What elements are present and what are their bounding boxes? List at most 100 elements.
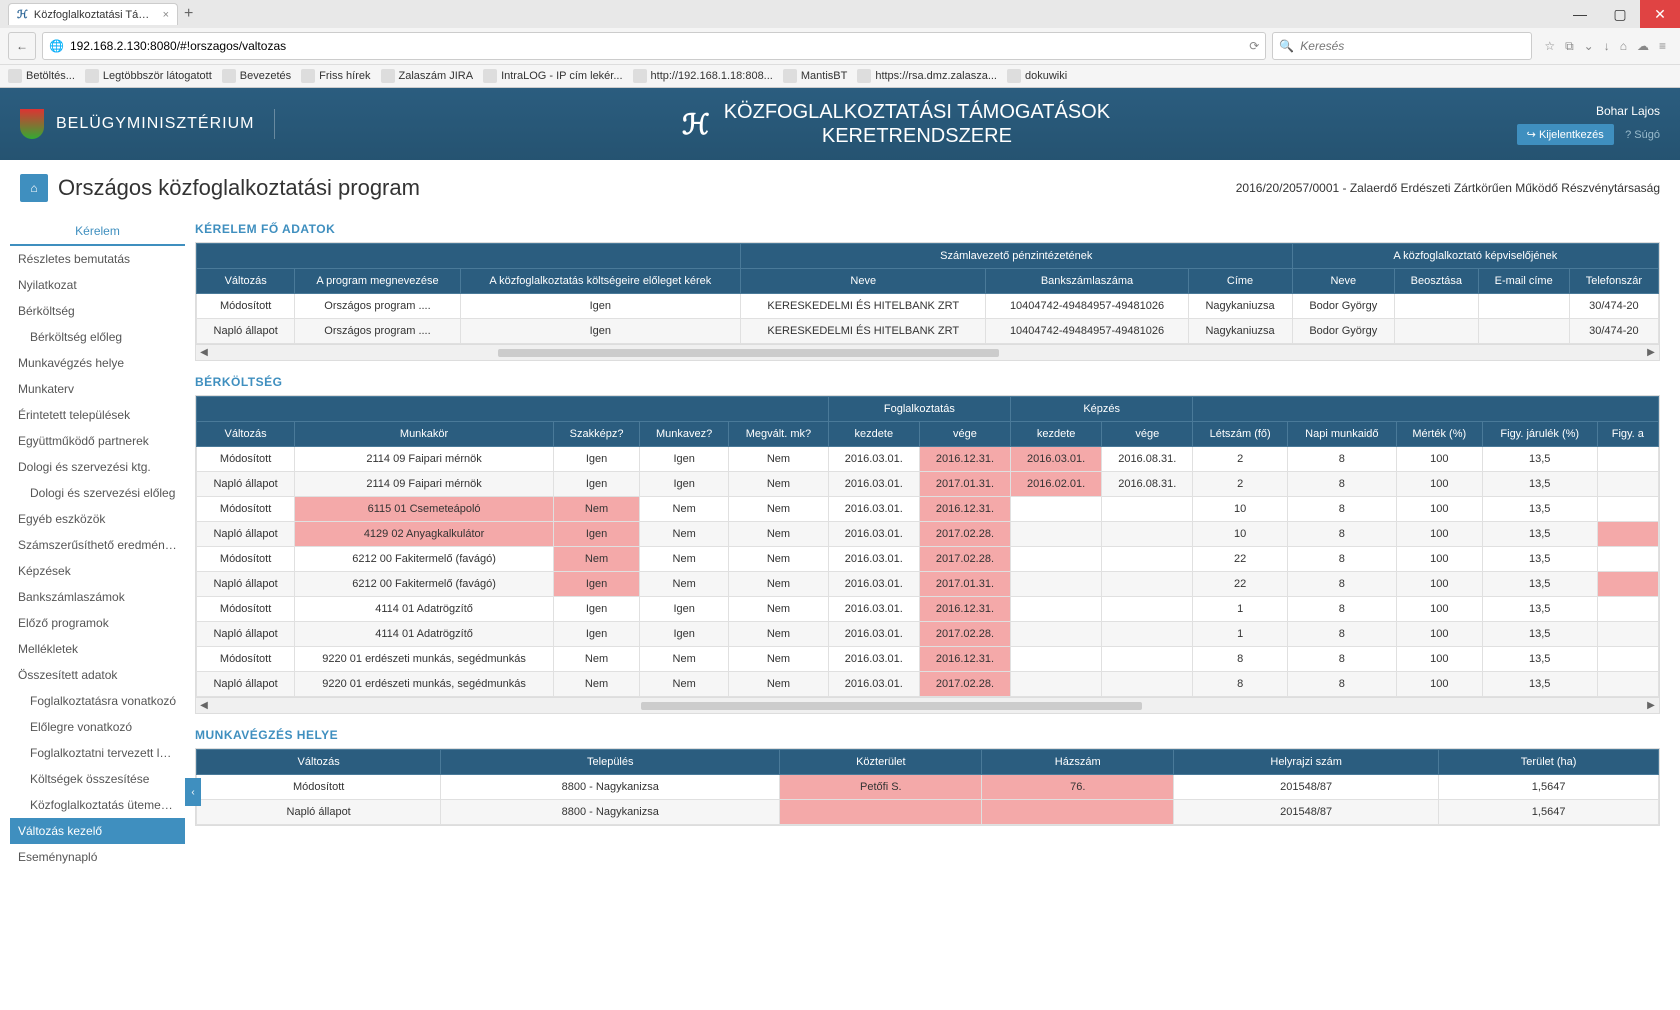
table-row[interactable]: Napló állapot9220 01 erdészeti munkás, s… <box>197 672 1659 697</box>
table-row[interactable]: Napló állapot4129 02 AnyagkalkulátorIgen… <box>197 522 1659 547</box>
sidebar-item[interactable]: Együttműködő partnerek <box>10 428 185 454</box>
table-row[interactable]: Napló állapot6212 00 Fakitermelő (favágó… <box>197 572 1659 597</box>
bookmark-item[interactable]: Friss hírek <box>301 69 370 83</box>
sidebar-header[interactable]: Kérelem <box>10 218 185 246</box>
sidebar-item[interactable]: Változás kezelő <box>10 818 185 844</box>
sidebar-item[interactable]: Bérköltség előleg <box>10 324 185 350</box>
bookmark-item[interactable]: IntraLOG - IP cím lekér... <box>483 69 622 83</box>
sidebar-item[interactable]: Mellékletek <box>10 636 185 662</box>
sidebar-item[interactable]: Foglalkoztatásra vonatkozó <box>10 688 185 714</box>
url-bar[interactable]: 🌐 ⟳ <box>42 32 1266 60</box>
table-row[interactable]: Napló állapotOrszágos program ....IgenKE… <box>197 319 1659 344</box>
bookmark-icon <box>301 69 315 83</box>
scroll-left-icon[interactable]: ◀ <box>196 347 212 358</box>
downloads-icon[interactable]: ↓ <box>1604 39 1610 54</box>
tab-close-icon[interactable]: × <box>163 9 169 21</box>
home-icon[interactable]: ⌂ <box>1620 39 1627 54</box>
scroll-right-icon[interactable]: ▶ <box>1643 700 1659 711</box>
minimize-button[interactable]: — <box>1560 0 1600 28</box>
back-button[interactable]: ← <box>8 32 36 60</box>
table-row[interactable]: Módosított6212 00 Fakitermelő (favágó)Ne… <box>197 547 1659 572</box>
grid-munkavegzes: VáltozásTelepülésKözterületHázszámHelyra… <box>195 748 1660 826</box>
bookmark-item[interactable]: Legtöbbször látogatott <box>85 69 212 83</box>
sidebar-item[interactable]: Előlegre vonatkozó <box>10 714 185 740</box>
app-header: BELÜGYMINISZTÉRIUM ℋ KÖZFOGLALKOZTATÁSI … <box>0 88 1680 160</box>
bookmark-icon <box>783 69 797 83</box>
bookmark-item[interactable]: http://192.168.1.18:808... <box>633 69 773 83</box>
sidebar-item[interactable]: Munkaterv <box>10 376 185 402</box>
sidebar-item[interactable]: Érintetett települések <box>10 402 185 428</box>
home-icon: ⌂ <box>30 181 37 195</box>
sidebar-item[interactable]: Képzések <box>10 558 185 584</box>
bookmark-item[interactable]: Bevezetés <box>222 69 291 83</box>
sidebar-item[interactable]: Előző programok <box>10 610 185 636</box>
bookmark-item[interactable]: dokuwiki <box>1007 69 1067 83</box>
sidebar-item[interactable]: Dologi és szervezési előleg <box>10 480 185 506</box>
section-munkavegzes-title: MUNKAVÉGZÉS HELYE <box>195 728 1660 742</box>
bookmark-item[interactable]: MantisBT <box>783 69 847 83</box>
search-icon: 🔍 <box>1279 39 1294 53</box>
table-row[interactable]: Módosított4114 01 AdatrögzítőIgenIgenNem… <box>197 597 1659 622</box>
table-row[interactable]: Módosított2114 09 Faipari mérnökIgenIgen… <box>197 447 1659 472</box>
bookmark-item[interactable]: Betöltés... <box>8 69 75 83</box>
tab-title: Közfoglalkoztatási Támog... <box>34 9 157 21</box>
library-icon[interactable]: ⧉ <box>1565 39 1574 54</box>
sidebar-item[interactable]: Bankszámlaszámok <box>10 584 185 610</box>
search-bar[interactable]: 🔍 <box>1272 32 1532 60</box>
bookmark-icon <box>381 69 395 83</box>
search-input[interactable] <box>1300 39 1525 53</box>
chat-icon[interactable]: ☁ <box>1637 39 1649 54</box>
table-row[interactable]: Napló állapot8800 - Nagykanizsa201548/87… <box>197 800 1659 825</box>
sidebar-item[interactable]: Költségek összesítése <box>10 766 185 792</box>
table-row[interactable]: MódosítottOrszágos program ....IgenKERES… <box>197 294 1659 319</box>
globe-icon: 🌐 <box>49 39 64 53</box>
sidebar-item[interactable]: Összesített adatok <box>10 662 185 688</box>
grid-berkoltseg: FoglalkoztatásKépzésVáltozásMunkakörSzak… <box>195 395 1660 714</box>
ministry-name: BELÜGYMINISZTÉRIUM <box>56 115 254 133</box>
sidebar-item[interactable]: Dologi és szervezési ktg. <box>10 454 185 480</box>
grid-kerelem-scrollbar[interactable]: ◀ ▶ <box>196 344 1659 360</box>
sidebar-collapse-handle[interactable]: ‹ <box>185 778 201 806</box>
bookmark-item[interactable]: Zalaszám JIRA <box>381 69 474 83</box>
scroll-right-icon[interactable]: ▶ <box>1643 347 1659 358</box>
bookmark-icon <box>8 69 22 83</box>
sidebar-item[interactable]: Számszerűsíthető eredmény... <box>10 532 185 558</box>
section-kerelem-title: KÉRELEM FŐ ADATOK <box>195 222 1660 236</box>
table-row[interactable]: Módosított8800 - NagykanizsaPetőfi S.76.… <box>197 775 1659 800</box>
table-row[interactable]: Módosított9220 01 erdészeti munkás, segé… <box>197 647 1659 672</box>
table-row[interactable]: Módosított6115 01 CsemeteápolóNemNemNem2… <box>197 497 1659 522</box>
bookmark-icon <box>85 69 99 83</box>
help-link[interactable]: ? Súgó <box>1625 129 1660 141</box>
sidebar-item[interactable]: Bérköltség <box>10 298 185 324</box>
bookmark-icon <box>857 69 871 83</box>
menu-icon[interactable]: ≡ <box>1659 39 1666 54</box>
sidebar-item[interactable]: Közfoglalkoztatás ütemezé... <box>10 792 185 818</box>
home-button[interactable]: ⌂ <box>20 174 48 202</box>
reload-icon[interactable]: ⟳ <box>1249 39 1259 53</box>
sidebar-item[interactable]: Munkavégzés helye <box>10 350 185 376</box>
sidebar-item[interactable]: Eseménynapló <box>10 844 185 870</box>
user-name: Bohar Lajos <box>1517 104 1660 118</box>
grid-berkoltseg-scrollbar[interactable]: ◀ ▶ <box>196 697 1659 713</box>
new-tab-button[interactable]: + <box>184 5 193 23</box>
program-info: 2016/20/2057/0001 - Zalaerdő Erdészeti Z… <box>1236 181 1660 195</box>
bookmark-item[interactable]: https://rsa.dmz.zalasza... <box>857 69 997 83</box>
table-row[interactable]: Napló állapot4114 01 AdatrögzítőIgenIgen… <box>197 622 1659 647</box>
close-window-button[interactable]: ✕ <box>1640 0 1680 28</box>
app-logo-icon: ℋ <box>682 108 710 141</box>
logout-button[interactable]: ↪ Kijelentkezés <box>1517 124 1614 145</box>
sidebar: Kérelem Részletes bemutatásNyilatkozatBé… <box>10 218 185 870</box>
sidebar-item[interactable]: Részletes bemutatás <box>10 246 185 272</box>
sidebar-item[interactable]: Egyéb eszközök <box>10 506 185 532</box>
url-input[interactable] <box>70 39 1243 53</box>
sidebar-item[interactable]: Nyilatkozat <box>10 272 185 298</box>
page-title: Országos közfoglalkoztatási program <box>58 175 420 201</box>
scroll-left-icon[interactable]: ◀ <box>196 700 212 711</box>
pocket-icon[interactable]: ⌄ <box>1584 39 1594 54</box>
table-row[interactable]: Napló állapot2114 09 Faipari mérnökIgenI… <box>197 472 1659 497</box>
browser-tab[interactable]: ℋ Közfoglalkoztatási Támog... × <box>8 3 178 25</box>
maximize-button[interactable]: ▢ <box>1600 0 1640 28</box>
grid-kerelem: Számlavezető pénzintézeténekA közfoglalk… <box>195 242 1660 361</box>
star-icon[interactable]: ☆ <box>1544 39 1555 54</box>
sidebar-item[interactable]: Foglalkoztatni tervezett léts... <box>10 740 185 766</box>
